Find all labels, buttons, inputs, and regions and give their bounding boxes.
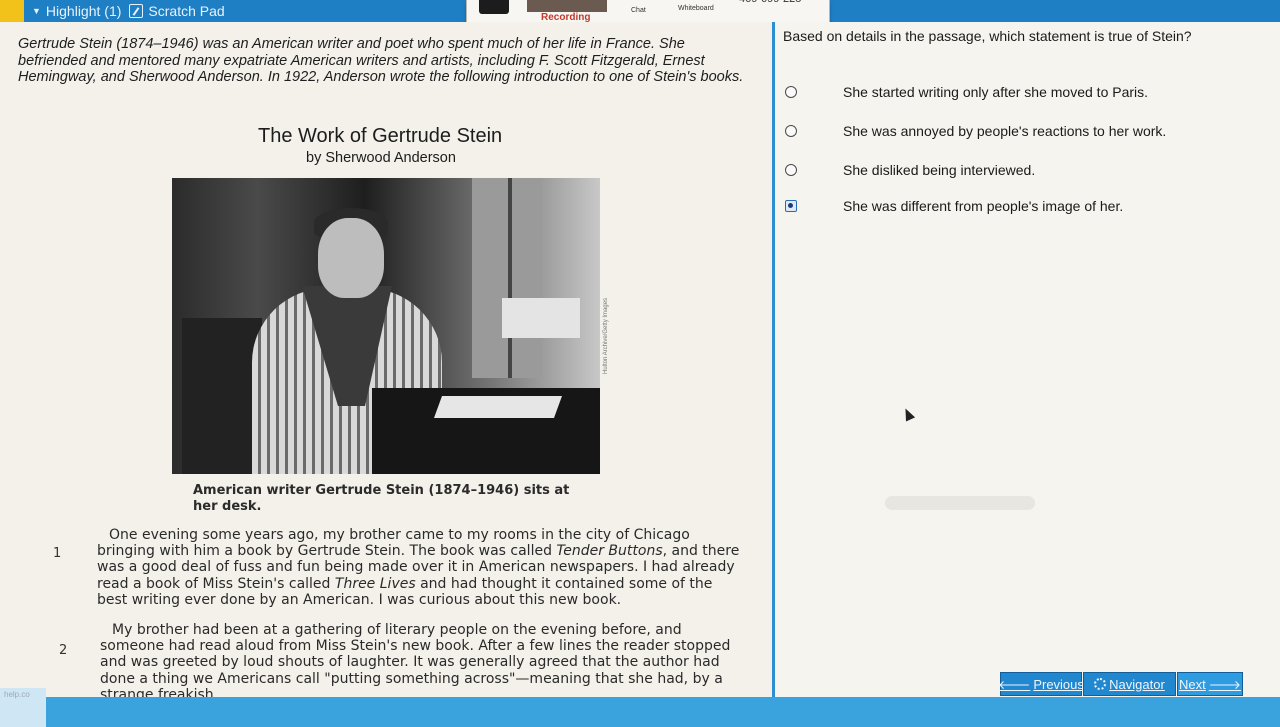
passage-author: by Sherwood Anderson [306,150,456,166]
navigator-button[interactable]: Navigator [1083,672,1176,696]
answer-option-text[interactable]: She was annoyed by people's reactions to… [843,123,1166,139]
answer-option-b[interactable]: She was annoyed by people's reactions to… [785,123,1166,139]
answer-option-text[interactable]: She was different from people's image of… [843,198,1123,214]
webcam-preview [527,0,607,12]
caret-down-icon: ▼ [32,6,41,16]
help-link[interactable]: help.co [4,690,30,699]
whiteboard-button[interactable]: Whiteboard [678,5,714,12]
question-prompt: Based on details in the passage, which s… [783,28,1192,44]
book-title-three-lives: Three Lives [334,575,416,592]
screen-glare [885,496,1035,510]
answer-option-d[interactable]: She was different from people's image of… [785,198,1123,214]
previous-label: Previous [1033,676,1084,692]
book-title-tender-buttons: Tender Buttons [556,543,663,560]
highlight-color-swatch[interactable] [0,0,24,22]
stein-photo [172,178,600,474]
paragraph-2: My brother had been at a gathering of li… [100,622,745,697]
scratch-pad-button[interactable]: Scratch Pad [129,3,225,19]
highlight-button[interactable]: ▼ Highlight (1) [32,3,121,19]
paragraph-2-text: My brother had been at a gathering of li… [100,622,731,697]
navigator-gear-icon [1094,678,1107,690]
paragraph-number: 2 [59,643,68,658]
pencil-pad-icon [129,4,144,18]
radio-button[interactable] [785,125,797,137]
passage-intro: Gertrude Stein (1874–1946) was an Americ… [18,36,744,85]
arrow-right-icon: 🡒 [1208,677,1241,692]
photo-credit: Hulton Archive/Getty Images [603,297,609,374]
answer-option-a[interactable]: She started writing only after she moved… [785,84,1148,100]
radio-button[interactable] [785,86,797,98]
radio-button[interactable] [785,164,797,176]
answer-option-text[interactable]: She disliked being interviewed. [843,162,1035,178]
passage-title: The Work of Gertrude Stein [258,125,503,147]
bottom-bar [0,697,1280,727]
scratch-pad-label: Scratch Pad [148,3,225,19]
phone-number: 469-699-225 [739,0,801,5]
camera-toggle-icon[interactable] [479,0,509,14]
paragraph-number: 1 [53,546,62,561]
previous-button[interactable]: 🡐 Previous [998,672,1084,696]
question-pane: Based on details in the passage, which s… [775,22,1280,697]
mouse-cursor-icon [900,406,916,422]
answer-option-c[interactable]: She disliked being interviewed. [785,162,1035,178]
paragraph-1: One evening some years ago, my brother c… [97,527,742,608]
highlight-label: Highlight (1) [45,3,122,19]
chat-button[interactable]: Chat [631,7,646,14]
navigator-label: Navigator [1109,676,1165,692]
next-button[interactable]: Next 🡒 [1177,672,1243,696]
photo-caption: American writer Gertrude Stein (1874–194… [193,483,570,514]
next-label: Next [1179,676,1206,692]
arrow-left-icon: 🡐 [998,677,1031,692]
passage-pane[interactable]: Gertrude Stein (1874–1946) was an Americ… [0,22,774,697]
radio-button-selected[interactable] [785,200,797,212]
answer-option-text[interactable]: She started writing only after she moved… [843,84,1148,100]
